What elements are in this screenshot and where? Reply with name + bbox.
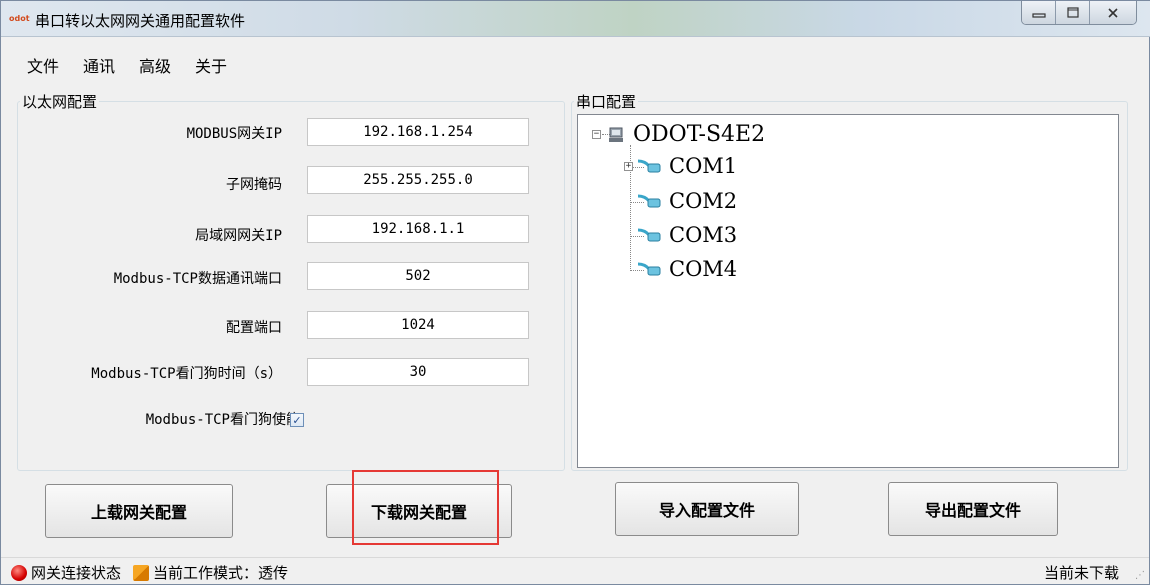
watchdog-enable-checkbox[interactable]: ✓ <box>290 413 304 427</box>
title-bar[interactable]: odot 串口转以太网网关通用配置软件 <box>1 1 1150 37</box>
export-config-button[interactable]: 导出配置文件 <box>888 482 1058 536</box>
serial-port-tree[interactable]: − ODOT-S4E2 + COM1 COM2 COM3 COM4 <box>577 114 1119 468</box>
tree-item-com3[interactable]: COM3 <box>635 223 737 247</box>
close-button[interactable] <box>1090 1 1136 24</box>
subnet-mask-input[interactable]: 255.255.255.0 <box>307 166 529 194</box>
lan-gateway-ip-input[interactable]: 192.168.1.1 <box>307 215 529 243</box>
connection-status-icon <box>11 564 27 581</box>
config-port-label: 配置端口 <box>226 320 282 336</box>
minimize-button[interactable] <box>1022 1 1056 24</box>
menu-bar: 文件 通讯 高级 关于 <box>27 53 227 77</box>
maximize-button[interactable] <box>1056 1 1090 24</box>
serial-cable-icon <box>637 159 661 173</box>
subnet-mask-label: 子网掩码 <box>226 177 282 193</box>
menu-file[interactable]: 文件 <box>27 53 59 77</box>
status-left: 网关连接状态 当前工作模式：透传 <box>11 562 288 583</box>
work-mode-icon <box>133 564 150 581</box>
menu-about[interactable]: 关于 <box>195 53 227 77</box>
watchdog-time-label: Modbus-TCP看门狗时间（s） <box>91 366 282 382</box>
close-icon <box>1108 7 1118 18</box>
serial-cable-icon <box>637 262 661 276</box>
app-logo-icon: odot <box>9 14 30 23</box>
computer-icon <box>609 127 623 142</box>
minimize-icon <box>1031 12 1046 18</box>
serial-cable-icon <box>637 194 661 208</box>
modbus-gateway-ip-input[interactable]: 192.168.1.254 <box>307 118 529 146</box>
upload-config-button[interactable]: 上载网关配置 <box>45 484 233 538</box>
window-title: 串口转以太网网关通用配置软件 <box>35 12 246 30</box>
tree-root-label: ODOT-S4E2 <box>633 122 766 147</box>
maximize-icon <box>1066 6 1079 18</box>
checkmark-icon: ✓ <box>292 413 302 427</box>
tree-item-com2[interactable]: COM2 <box>635 189 737 213</box>
window-controls <box>1021 1 1137 25</box>
work-mode-text: 当前工作模式：透传 <box>153 564 289 582</box>
modbus-tcp-port-input[interactable]: 502 <box>307 262 529 290</box>
collapse-toggle-icon[interactable]: − <box>592 130 601 139</box>
lan-gateway-ip-label: 局域网网关IP <box>195 228 282 244</box>
expand-toggle-icon[interactable]: + <box>624 161 633 171</box>
tree-item-com1[interactable]: + COM1 <box>624 154 737 178</box>
tree-item-label: COM3 <box>669 223 738 247</box>
tree-item-label: COM2 <box>669 189 738 213</box>
menu-communication[interactable]: 通讯 <box>83 53 115 77</box>
serial-cable-icon <box>637 228 661 242</box>
resize-grip-icon[interactable]: ⋰ <box>1135 570 1145 581</box>
import-config-button[interactable]: 导入配置文件 <box>615 482 799 536</box>
menu-advanced[interactable]: 高级 <box>139 53 171 77</box>
serial-group-title: 串口配置 <box>574 91 639 112</box>
highlight-annotation <box>352 470 499 545</box>
watchdog-enable-label: Modbus-TCP看门狗使能 <box>145 412 300 428</box>
status-bar: 网关连接状态 当前工作模式：透传 当前未下载 ⋰ <box>1 557 1149 585</box>
app-window: odot 串口转以太网网关通用配置软件 文件 通讯 高级 关于 以太网配置 MO… <box>0 0 1150 585</box>
download-state-text: 当前未下载 <box>1043 564 1119 582</box>
ethernet-config-group: 以太网配置 MODBUS网关IP 192.168.1.254 子网掩码 255.… <box>17 91 565 471</box>
tree-item-label: COM1 <box>669 154 738 178</box>
modbus-tcp-port-label: Modbus-TCP数据通讯端口 <box>113 271 282 287</box>
connection-status-text: 网关连接状态 <box>31 564 122 582</box>
ethernet-group-title: 以太网配置 <box>20 91 100 112</box>
tree-item-label: COM4 <box>669 257 738 281</box>
tree-item-com4[interactable]: COM4 <box>635 257 737 281</box>
tree-root-device[interactable]: − ODOT-S4E2 <box>592 122 765 147</box>
modbus-gateway-ip-label: MODBUS网关IP <box>186 126 282 142</box>
watchdog-time-input[interactable]: 30 <box>307 358 529 386</box>
config-port-input[interactable]: 1024 <box>307 311 529 339</box>
